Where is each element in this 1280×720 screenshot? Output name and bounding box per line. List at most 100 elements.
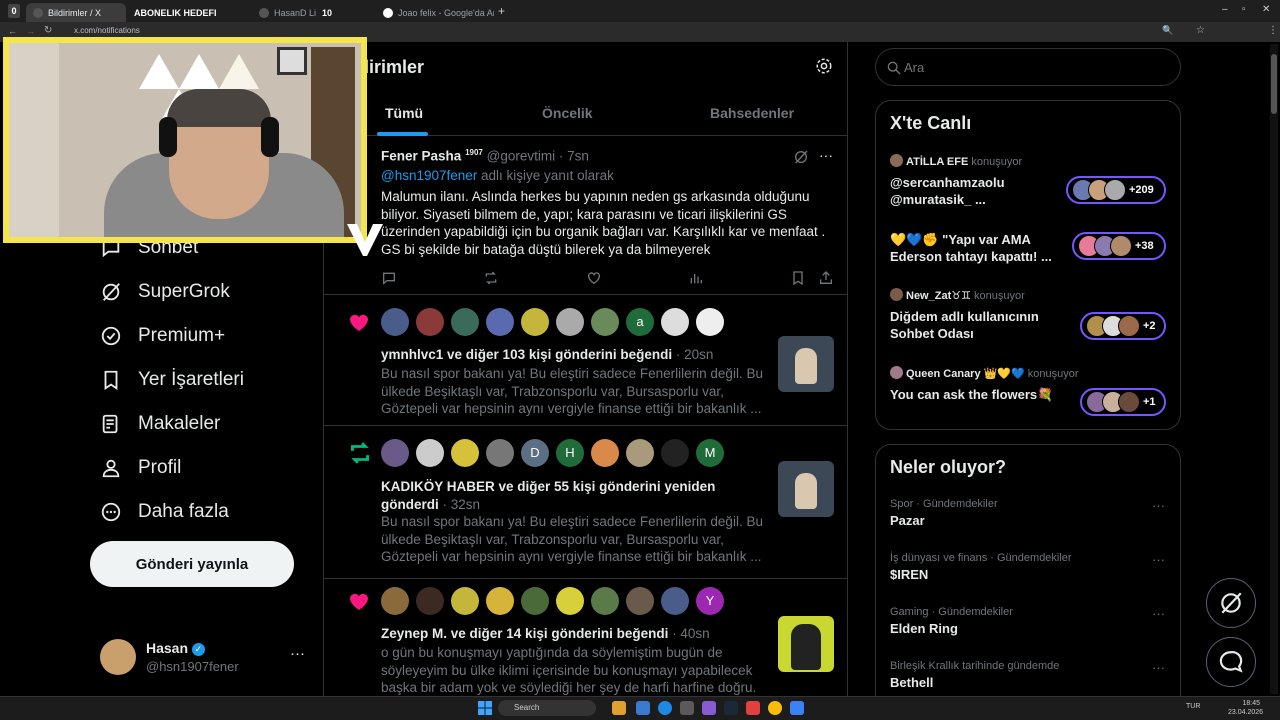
actor-name[interactable]: KADIKÖY HABER (381, 479, 495, 494)
app-icon[interactable] (680, 701, 694, 715)
taskbar-search[interactable]: Search (498, 700, 596, 716)
avatar[interactable] (381, 439, 409, 467)
search-box[interactable] (875, 48, 1181, 86)
minimize-icon[interactable]: – (1222, 4, 1228, 15)
like-action-icon[interactable] (586, 270, 602, 291)
reply-author[interactable]: Fener Pasha (381, 149, 461, 164)
avatar[interactable]: Y (696, 587, 724, 615)
steam-icon[interactable] (724, 701, 738, 715)
file-explorer-icon[interactable] (612, 701, 626, 715)
views-icon[interactable] (688, 270, 704, 291)
sidebar-item-bookmarks[interactable]: Yer İşaretleri (100, 365, 244, 395)
actor-name[interactable]: Zeynep M. (381, 626, 447, 641)
reply-handle[interactable]: @gorevtimi (487, 149, 555, 164)
reply-action-icon[interactable] (381, 270, 397, 291)
back-icon[interactable]: ← (8, 26, 17, 36)
chrome-icon[interactable] (768, 701, 782, 715)
forward-icon[interactable]: → (26, 26, 35, 36)
live-item[interactable]: New_Zat♉♊ konuşuyor Diğdem adlı kullanıc… (890, 288, 1170, 342)
sidebar-item-more[interactable]: Daha fazla (100, 497, 229, 527)
trend-more-icon[interactable]: ··· (1152, 498, 1165, 513)
windows-start-icon[interactable] (478, 701, 492, 715)
avatar[interactable] (661, 587, 689, 615)
url-text[interactable]: x.com/notifications (74, 26, 140, 35)
notification-repost[interactable]: DHM KADIKÖY HABER ve diğer 55 kişi gönde… (324, 427, 847, 579)
tab-priority[interactable]: Öncelik (542, 105, 593, 121)
new-tab-button[interactable]: + (498, 4, 505, 18)
listeners-pill[interactable]: +38 (1072, 232, 1166, 260)
account-switcher[interactable]: Hasan ✓ @hsn1907fener ··· (98, 635, 314, 679)
profile-more-icon[interactable]: ··· (290, 645, 305, 662)
tab-subscription-goal[interactable]: ABONELIK HEDEFI (128, 3, 250, 22)
avatar[interactable]: M (696, 439, 724, 467)
live-item[interactable]: 💛💙✊ "Yapı var AMA Ederson tahtayı kapatt… (890, 231, 1170, 265)
avatar[interactable] (626, 587, 654, 615)
avatar[interactable] (556, 308, 584, 336)
avatar[interactable] (416, 587, 444, 615)
app-icon[interactable] (746, 701, 760, 715)
avatar[interactable] (591, 587, 619, 615)
repost-action-icon[interactable] (483, 270, 499, 291)
tab-hasand-link[interactable]: HasanD Link Dnh (252, 3, 316, 22)
tab-notifications[interactable]: Bildirimler / X (26, 3, 126, 22)
notification-like[interactable]: a ymnhlvc1 ve diğer 103 kişi gönderini b… (324, 296, 847, 426)
actor-name[interactable]: ymnhlvc1 (381, 347, 443, 362)
tab-google-search[interactable]: Joao felix - Google'da Ara (376, 3, 494, 22)
sidebar-item-supergrok[interactable]: SuperGrok (100, 277, 230, 307)
post-button[interactable]: Gönderi yayınla (90, 541, 294, 587)
zoom-icon[interactable]: 🔍 (1162, 25, 1173, 36)
avatar[interactable] (696, 308, 724, 336)
avatar[interactable] (521, 587, 549, 615)
live-item[interactable]: ATİLLA EFE konuşuyor @sercanhamzaolu @mu… (890, 154, 1170, 208)
sidebar-item-articles[interactable]: Makaleler (100, 409, 220, 439)
language-indicator[interactable]: TUR (1186, 703, 1200, 710)
avatar[interactable] (381, 308, 409, 336)
avatar[interactable] (521, 308, 549, 336)
avatar[interactable]: D (521, 439, 549, 467)
share-icon[interactable] (818, 270, 834, 291)
close-icon[interactable]: ✕ (1262, 4, 1270, 15)
trend-more-icon[interactable]: ··· (1152, 660, 1165, 675)
app-icon[interactable] (790, 701, 804, 715)
search-input[interactable] (904, 57, 1164, 77)
trend-more-icon[interactable]: ··· (1152, 606, 1165, 621)
trend-item[interactable]: Gaming · Gündemdekiler Elden Ring ··· (890, 606, 1170, 636)
reload-icon[interactable]: ↻ (44, 25, 52, 36)
clock[interactable]: 18:45 23.04.2026 (1228, 699, 1263, 717)
app-icon[interactable] (702, 701, 716, 715)
maximize-icon[interactable]: ▫ (1242, 4, 1246, 15)
avatar[interactable] (591, 439, 619, 467)
avatar[interactable] (416, 308, 444, 336)
app-icon[interactable] (636, 701, 650, 715)
avatar[interactable] (416, 439, 444, 467)
avatar[interactable] (556, 587, 584, 615)
browser-menu-icon[interactable]: ⋮ (1268, 25, 1278, 36)
avatar[interactable]: a (626, 308, 654, 336)
listeners-pill[interactable]: +2 (1080, 312, 1166, 340)
sidebar-item-premium[interactable]: Premium+ (100, 321, 225, 351)
tab-ten[interactable]: 10 (316, 3, 372, 22)
scrollbar[interactable] (1270, 44, 1278, 694)
avatar[interactable] (451, 439, 479, 467)
grok-fab-button[interactable] (1206, 578, 1256, 628)
live-item[interactable]: Queen Canary 👑💛💙 konuşuyor You can ask t… (890, 366, 1170, 416)
post-more-icon[interactable]: ··· (819, 147, 833, 163)
trend-more-icon[interactable]: ··· (1152, 552, 1165, 567)
trend-item[interactable]: Birleşik Krallık tarihinde gündemde Beth… (890, 660, 1170, 690)
edge-icon[interactable] (658, 701, 672, 715)
listeners-pill[interactable]: +209 (1066, 176, 1166, 204)
post-thumbnail[interactable] (778, 616, 834, 672)
avatar[interactable] (451, 308, 479, 336)
trend-item[interactable]: İş dünyası ve finans · Gündemdekiler $IR… (890, 552, 1170, 582)
avatar[interactable] (626, 439, 654, 467)
avatar[interactable] (661, 308, 689, 336)
grok-analyze-icon[interactable] (793, 149, 809, 170)
avatar[interactable] (451, 587, 479, 615)
tab-mentions[interactable]: Bahsedenler (710, 105, 794, 121)
settings-gear-icon[interactable] (815, 57, 833, 80)
messages-fab-button[interactable] (1206, 637, 1256, 687)
sidebar-item-profile[interactable]: Profil (100, 453, 181, 483)
avatar[interactable] (486, 439, 514, 467)
reply-post[interactable]: Fener Pasha 1907 @gorevtimi · 7sn ··· @h… (324, 137, 847, 295)
avatar[interactable] (486, 587, 514, 615)
